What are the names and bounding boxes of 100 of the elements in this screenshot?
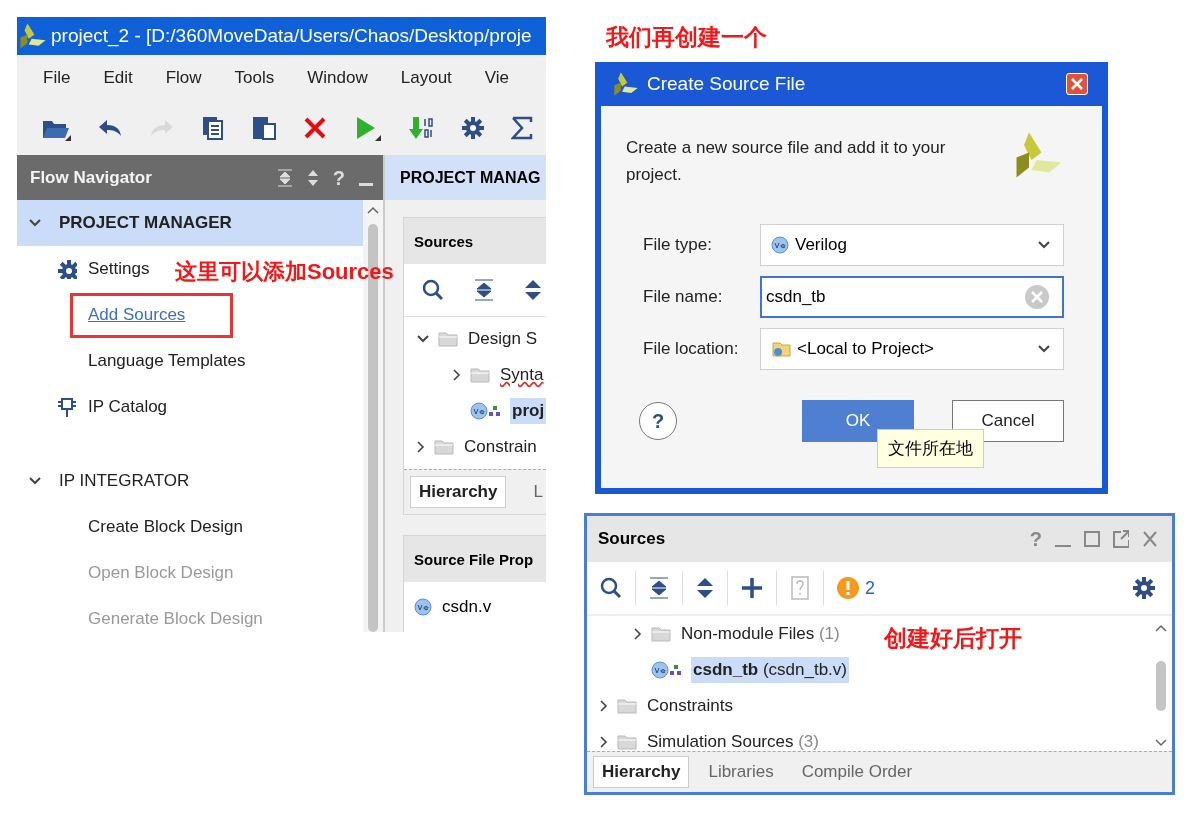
field-label: File type: — [643, 235, 713, 255]
tree-item[interactable]: Design S — [466, 326, 539, 352]
chevron-down-icon — [1037, 240, 1051, 250]
scrollbar-thumb[interactable] — [1156, 660, 1166, 711]
close-icon — [1070, 77, 1084, 91]
menu-item[interactable]: File — [43, 68, 71, 88]
section-label: PROJECT MANAGER — [59, 213, 232, 233]
annotation-text: 这里可以添加Sources — [175, 258, 394, 286]
chevron-right-icon[interactable] — [599, 735, 609, 749]
chevron-right-icon[interactable] — [452, 368, 462, 382]
tree-item[interactable]: Constrain — [462, 434, 539, 460]
help-icon[interactable]: ? — [332, 167, 345, 188]
tree-item[interactable]: Synta — [498, 362, 546, 388]
gear-icon — [57, 259, 77, 279]
panel-title: Source File Prop — [404, 536, 546, 582]
scroll-down-icon[interactable] — [1155, 739, 1167, 747]
expand-all-icon[interactable] — [696, 577, 714, 599]
copy-icon[interactable] — [201, 115, 225, 141]
chevron-right-icon[interactable] — [599, 699, 609, 713]
plug-icon — [57, 396, 77, 418]
folder-icon — [651, 626, 671, 642]
tree-item[interactable]: Non-module Files (1) — [679, 621, 842, 647]
nav-section[interactable]: IP INTEGRATOR — [17, 458, 363, 504]
nav-item[interactable]: Settings — [88, 259, 150, 279]
verilog-file-icon — [771, 236, 789, 254]
chevron-down-icon — [28, 476, 42, 486]
menu-item[interactable]: Flow — [165, 68, 202, 88]
tab[interactable]: L — [524, 476, 546, 508]
float-window-icon[interactable] — [1113, 530, 1129, 548]
tab[interactable]: Libraries — [699, 756, 783, 788]
dropdown[interactable]: <Local to Project> — [760, 328, 1064, 370]
menu-item[interactable]: Edit — [103, 68, 133, 88]
nav-section[interactable]: PROJECT MANAGER — [17, 200, 363, 246]
window-title: project_2 - [D:/360MoveData/Users/Chaos/Desktop/proje — [51, 25, 532, 47]
dropdown[interactable]: Verilog — [760, 224, 1064, 266]
field-label: File name: — [643, 287, 724, 307]
collapse-icon[interactable] — [276, 168, 293, 187]
nav-item[interactable]: Language Templates — [88, 351, 246, 371]
download-bits-icon[interactable] — [407, 115, 435, 141]
chevron-down-icon[interactable] — [416, 334, 430, 344]
folder-icon — [438, 331, 458, 347]
chevron-right-icon[interactable] — [416, 440, 426, 454]
chevron-down-icon — [28, 218, 42, 228]
menu-item[interactable]: Layout — [400, 68, 452, 88]
warning-badge[interactable]: 2 — [837, 577, 875, 599]
menu-item[interactable]: Window — [307, 68, 368, 88]
close-button[interactable] — [1066, 73, 1088, 95]
panel-title: Sources — [598, 529, 667, 549]
collapse-all-icon[interactable] — [474, 279, 494, 301]
nav-item[interactable]: IP Catalog — [88, 397, 168, 417]
tree-item[interactable]: proj — [510, 398, 546, 424]
logo-icon — [1014, 130, 1064, 180]
panel-header: PROJECT MANAG — [385, 155, 546, 200]
expand-icon[interactable] — [306, 168, 319, 187]
delete-icon[interactable] — [303, 116, 327, 140]
collapse-all-icon[interactable] — [649, 577, 669, 599]
settings-icon[interactable] — [461, 116, 485, 140]
section-label: IP INTEGRATOR — [59, 471, 190, 491]
menu-item[interactable]: Vie — [484, 68, 510, 88]
scroll-up-icon[interactable] — [1155, 624, 1167, 632]
warning-icon — [837, 577, 859, 599]
settings-icon[interactable] — [1132, 576, 1156, 600]
undo-arrow-icon[interactable] — [97, 117, 123, 139]
verilog-top-icon — [470, 402, 502, 420]
add-icon[interactable] — [741, 577, 763, 599]
logo-icon — [19, 22, 47, 50]
tab[interactable]: Compile Order — [792, 756, 922, 788]
maximize-icon[interactable] — [1084, 530, 1100, 548]
search-icon[interactable] — [422, 279, 444, 301]
expand-all-icon[interactable] — [524, 279, 542, 301]
paste-icon[interactable] — [251, 115, 277, 141]
tab[interactable]: Hierarchy — [410, 476, 507, 508]
tooltip: 文件所在地 — [877, 429, 984, 468]
description-text: Create a new source file and add it to your project. — [626, 137, 947, 186]
verilog-file-icon — [414, 598, 432, 616]
search-icon[interactable] — [600, 577, 622, 599]
annotation-text: 创建好后打开 — [884, 624, 1022, 653]
folder-icon — [771, 340, 791, 358]
sigma-icon[interactable] — [511, 116, 533, 140]
tree-item[interactable]: Simulation Sources (3) — [645, 729, 821, 751]
dialog-title: Create Source File — [647, 73, 807, 95]
input-field[interactable]: csdn_tb — [760, 276, 1064, 318]
chevron-down-icon — [1037, 344, 1051, 354]
panel-title: Flow Navigator — [30, 167, 153, 188]
menu-item[interactable]: Tools — [234, 68, 275, 88]
chevron-right-icon[interactable] — [633, 627, 643, 641]
folder-icon — [434, 439, 454, 455]
verilog-top-icon — [651, 661, 683, 679]
tree-item[interactable]: Constraints — [645, 693, 735, 719]
nav-item[interactable]: Create Block Design — [88, 517, 243, 537]
tab[interactable]: Hierarchy — [593, 756, 690, 788]
folder-icon — [617, 698, 637, 714]
tree-item[interactable]: csdn_tb (csdn_tb.v) — [691, 657, 849, 683]
file-name: csdn.v — [442, 597, 492, 617]
help-button[interactable]: ? — [639, 402, 677, 440]
link[interactable]: Add Sources — [88, 305, 186, 325]
annotation-text: 我们再创建一个 — [606, 23, 767, 52]
panel-title: Sources — [404, 218, 546, 264]
scroll-up-icon[interactable] — [367, 206, 379, 214]
close-icon[interactable] — [1142, 530, 1158, 548]
